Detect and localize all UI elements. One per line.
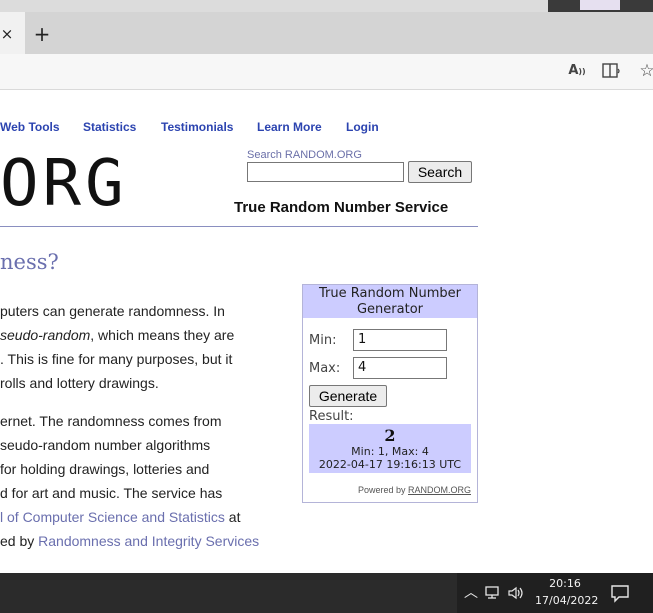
clock-time[interactable]: 20:16 [535,577,595,590]
powered-by: Powered by RANDOM.ORG [309,485,471,495]
max-input[interactable]: 4 [353,357,447,379]
paragraph-line: ed by Randomness and Integrity Services [0,533,259,549]
paragraph-line: . This is fine for many purposes, but it [0,351,233,367]
widget-title: True Random Number Generator [303,285,477,318]
search-button[interactable]: Search [408,161,472,183]
paragraph-line: seudo-random number algorithms [0,437,211,453]
result-value: 2 [384,426,396,445]
cs-statistics-link[interactable]: l of Computer Science and Statistics [0,509,225,525]
nav-learn-more[interactable]: Learn More [257,120,322,134]
immersive-reader-icon[interactable] [601,60,623,82]
min-label: Min: [309,333,337,348]
nav-testimonials[interactable]: Testimonials [161,120,233,134]
paragraph-text: ed by [0,533,39,549]
network-icon[interactable] [484,582,502,604]
service-title: True Random Number Service [234,199,449,216]
volume-icon[interactable] [507,582,525,604]
search-label: Search RANDOM.ORG [247,149,362,161]
header-divider [0,226,478,227]
max-label: Max: [309,361,341,376]
result-range: Min: 1, Max: 4 [351,445,429,458]
paragraph-text: , which means they are [90,327,235,343]
search-input[interactable] [247,162,404,182]
read-aloud-icon[interactable]: A)) [566,60,588,82]
clock-date[interactable]: 17/04/2022 [535,594,598,607]
paragraph-line: d for art and music. The service has [0,485,223,501]
address-bar-row [0,54,653,90]
new-tab-icon[interactable]: + [32,22,52,46]
randomness-integrity-link[interactable]: Randomness and Integrity Services [38,533,259,549]
nav-web-tools[interactable]: Web Tools [0,120,60,134]
paragraph-line: puters can generate randomness. In [0,303,225,319]
tab-strip [0,12,653,54]
paragraph-line: l of Computer Science and Statistics at [0,509,240,525]
generate-button[interactable]: Generate [309,385,387,407]
result-timestamp: 2022-04-17 19:16:13 UTC [318,458,462,471]
paragraph-line: for holding drawings, lotteries and [0,461,210,477]
tab-close-icon[interactable]: × [0,24,14,44]
paragraph-line: rolls and lottery drawings. [0,375,159,391]
read-aloud-label: A [568,63,579,78]
page-heading: ness? [0,250,59,274]
italic-term: seudo-random [0,327,91,343]
notification-icon[interactable] [610,582,630,604]
result-label: Result: [309,409,354,424]
site-logo[interactable]: ORG [0,146,124,222]
window-thumbnail [580,0,620,10]
favorites-icon[interactable]: ☆ [636,60,653,82]
min-input[interactable]: 1 [353,329,447,351]
powered-by-link[interactable]: RANDOM.ORG [408,485,471,495]
paragraph-line: ernet. The randomness comes from [0,413,222,429]
paragraph-text: at [224,509,241,525]
chevron-up-icon[interactable]: ︿ [462,582,480,604]
powered-prefix: Powered by [357,485,408,495]
paragraph-line: seudo-random, which means they are [0,327,234,343]
nav-statistics[interactable]: Statistics [83,120,136,134]
nav-login[interactable]: Login [346,120,379,134]
